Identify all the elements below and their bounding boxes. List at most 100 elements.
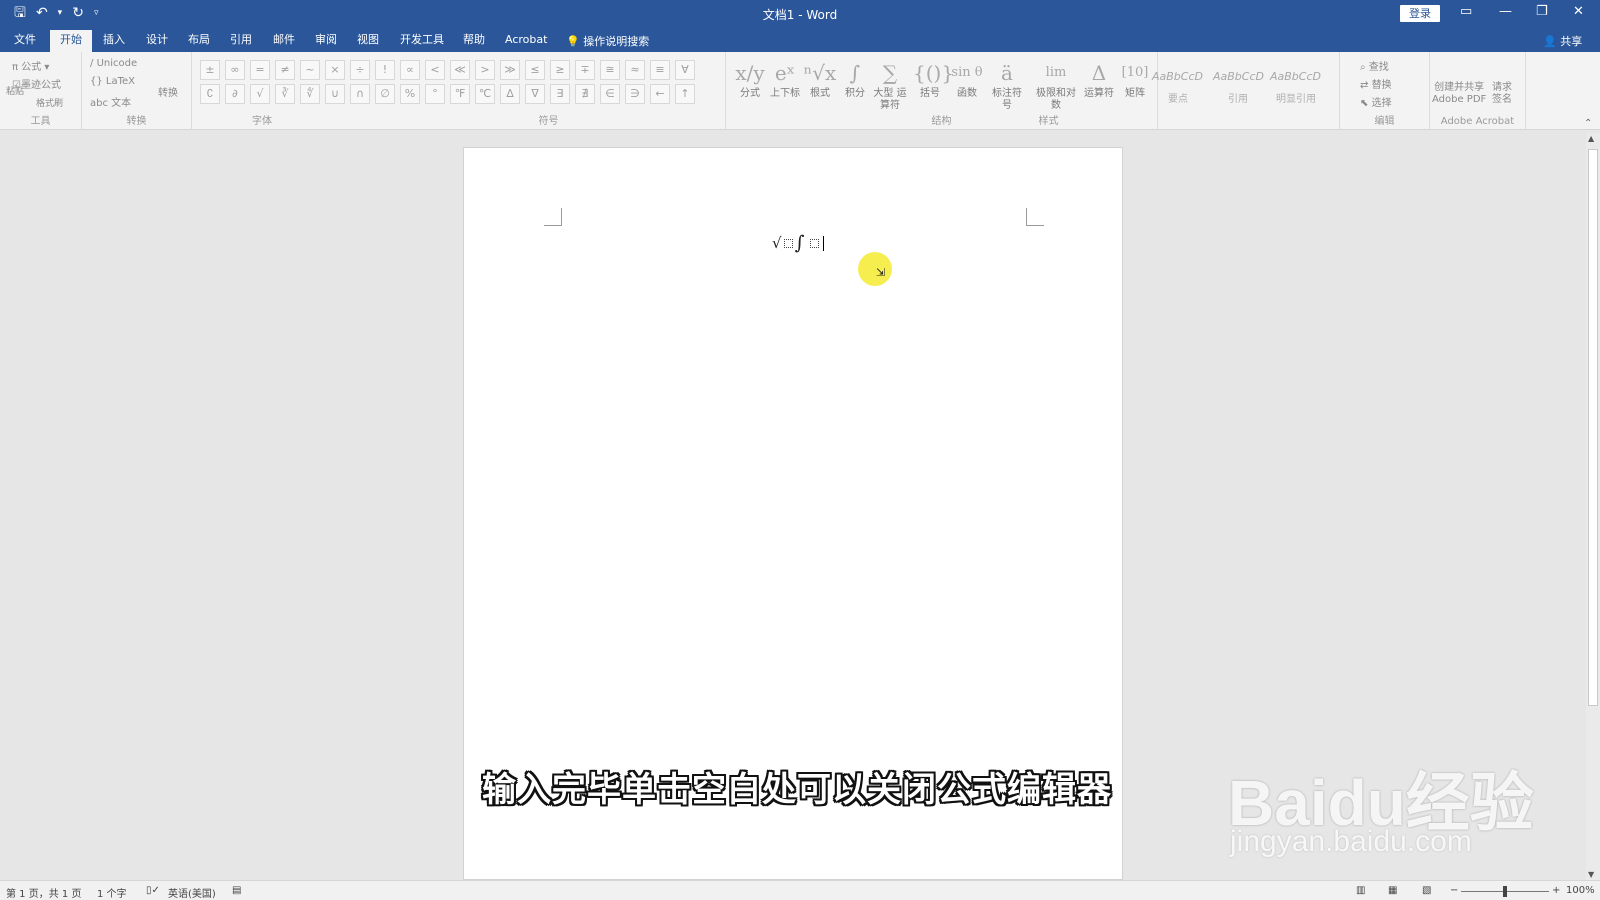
integral-button[interactable]: ∫ 积分 [838, 58, 872, 100]
tab-mailings[interactable]: 邮件 [273, 32, 295, 52]
margin-corner-mark [544, 208, 562, 226]
proofing-icon[interactable]: ▯✓ [146, 885, 160, 896]
zoom-out-button[interactable]: − [1450, 885, 1458, 896]
fraction-button[interactable]: x/y 分式 [733, 58, 767, 100]
replace-button[interactable]: ⇄ 替换 [1360, 76, 1392, 91]
zoom-in-button[interactable]: + [1552, 885, 1560, 896]
text-caret [823, 235, 825, 251]
zoom-level[interactable]: 100% [1566, 885, 1595, 896]
placeholder-box[interactable] [810, 238, 820, 248]
integral-icon: ∫ [849, 61, 861, 85]
tab-layout[interactable]: 布局 [188, 32, 210, 52]
limit-icon: lim [1045, 65, 1067, 80]
tab-file[interactable]: 文件 [14, 32, 36, 52]
placeholder-box[interactable] [783, 238, 793, 248]
tab-view[interactable]: 视图 [357, 32, 379, 52]
style-item[interactable]: AaBbCcD [1270, 70, 1321, 83]
fraction-icon: x/y [735, 61, 765, 85]
select-button[interactable]: ⬉ 选择 [1360, 94, 1392, 109]
symbol-button[interactable]: √ [250, 84, 270, 104]
style-item[interactable]: AaBbCcD [1213, 70, 1264, 83]
login-button[interactable]: 登录 [1400, 5, 1440, 22]
ink-label: 墨迹公式 [20, 80, 61, 91]
equation-editor[interactable]: √ ∫ [772, 232, 825, 254]
create-pdf-button[interactable]: 创建并共享 Adobe PDF [1432, 82, 1486, 106]
page-count[interactable]: 第 1 页，共 1 页 [6, 885, 81, 900]
style-label: 明显引用 [1276, 94, 1316, 105]
symbol-button[interactable]: = [250, 60, 270, 80]
close-button[interactable]: ✕ [1573, 4, 1584, 19]
tab-acrobat[interactable]: Acrobat [505, 32, 547, 52]
tab-references[interactable]: 引用 [230, 32, 252, 52]
symbol-button[interactable]: ∁ [200, 84, 220, 104]
function-button[interactable]: sin θ 函数 [950, 58, 984, 100]
paste-label[interactable]: 粘贴 [6, 84, 24, 97]
group-label-font: 字体 [252, 116, 272, 127]
formula-button[interactable]: π 公式 ▾ [12, 58, 49, 73]
accessibility-icon[interactable]: ▤ [232, 885, 241, 896]
word-count[interactable]: 1 个字 [97, 885, 127, 900]
symbol-button[interactable]: × [325, 60, 345, 80]
tab-help[interactable]: 帮助 [463, 32, 485, 52]
baidu-watermark-url: jingyan.baidu.com [1230, 825, 1472, 858]
large-operator-button[interactable]: ∑ 大型 运算符 [873, 58, 907, 112]
zoom-slider-thumb[interactable] [1503, 886, 1507, 897]
symbol-button[interactable]: ∂ [225, 84, 245, 104]
matrix-button[interactable]: [10] 矩阵 [1118, 58, 1152, 100]
symbol-button[interactable]: ∪ [325, 84, 345, 104]
script-icon: eˣ [774, 61, 796, 85]
tab-insert[interactable]: 插入 [103, 32, 125, 52]
print-layout-icon[interactable]: ▦ [1388, 885, 1397, 896]
accent-button[interactable]: ä 标注符号 [990, 58, 1024, 112]
scroll-thumb[interactable] [1588, 149, 1598, 706]
latex-option[interactable]: {} LaTeX [90, 76, 135, 87]
ribbon-display-options-icon[interactable]: ▭ [1460, 4, 1472, 19]
share-button[interactable]: 👤 共享 [1543, 33, 1582, 49]
radical-icon: ⁿ√x [803, 61, 837, 85]
scroll-down-icon[interactable]: ▼ [1588, 870, 1594, 879]
find-button[interactable]: ⌕ 查找 [1360, 58, 1389, 73]
language[interactable]: 英语(美国) [168, 885, 216, 900]
symbol-button[interactable]: ∞ [225, 60, 245, 80]
bracket-label: 括号 [920, 88, 940, 99]
symbol-button[interactable]: ~ [300, 60, 320, 80]
replace-label: 替换 [1371, 80, 1392, 91]
group-label-editing: 编辑 [1374, 116, 1395, 127]
restore-button[interactable]: ❐ [1536, 4, 1548, 19]
vertical-scrollbar[interactable]: ▲ ▼ [1586, 133, 1600, 880]
collapse-ribbon-icon[interactable]: ⌃ [1584, 118, 1592, 129]
tab-design[interactable]: 设计 [146, 32, 168, 52]
symbol-button[interactable]: ÷ [350, 60, 370, 80]
radical-button[interactable]: ⁿ√x 根式 [803, 58, 837, 100]
read-mode-icon[interactable]: ▥ [1356, 885, 1365, 896]
symbol-button[interactable]: ≠ [275, 60, 295, 80]
bracket-icon: {()} [913, 61, 955, 85]
symbol-button[interactable]: ∜ [300, 84, 320, 104]
limit-log-button[interactable]: lim 极限和对数 [1036, 58, 1076, 112]
web-layout-icon[interactable]: ▧ [1422, 885, 1431, 896]
cursor-icon: ⬉ [1360, 98, 1369, 109]
accent-label: 标注符号 [992, 88, 1022, 111]
operator-label: 运算符 [1084, 88, 1114, 99]
minimize-button[interactable]: — [1499, 4, 1512, 19]
tab-developer[interactable]: 开发工具 [400, 32, 444, 52]
style-item[interactable]: AaBbCcD [1152, 70, 1203, 83]
symbol-button[interactable]: ∩ [350, 84, 370, 104]
unicode-option[interactable]: / Unicode [90, 58, 137, 69]
tab-home[interactable]: 开始 [50, 30, 92, 52]
symbol-button[interactable]: ∛ [275, 84, 295, 104]
operator-button[interactable]: Δ 运算符 [1082, 58, 1116, 100]
tell-me-search[interactable]: 💡 操作说明搜索 [566, 33, 649, 49]
style-label: 引用 [1228, 94, 1248, 105]
request-sign-button[interactable]: 请求 签名 [1492, 82, 1512, 106]
symbol-button[interactable]: ± [200, 60, 220, 80]
group-tools: π 公式 ▾ ☑墨迹公式 粘贴 格式刷 工具 [0, 52, 82, 130]
scroll-up-icon[interactable]: ▲ [1588, 134, 1594, 143]
tab-review[interactable]: 审阅 [315, 32, 337, 52]
group-label-acrobat: Adobe Acrobat [1440, 116, 1515, 127]
convert-button[interactable]: 转换 [158, 84, 178, 99]
bracket-button[interactable]: {()} 括号 [913, 58, 955, 100]
format-painter-label[interactable]: 格式刷 [36, 96, 63, 109]
text-option[interactable]: abc 文本 [90, 94, 131, 109]
script-button[interactable]: eˣ 上下标 [768, 58, 802, 100]
